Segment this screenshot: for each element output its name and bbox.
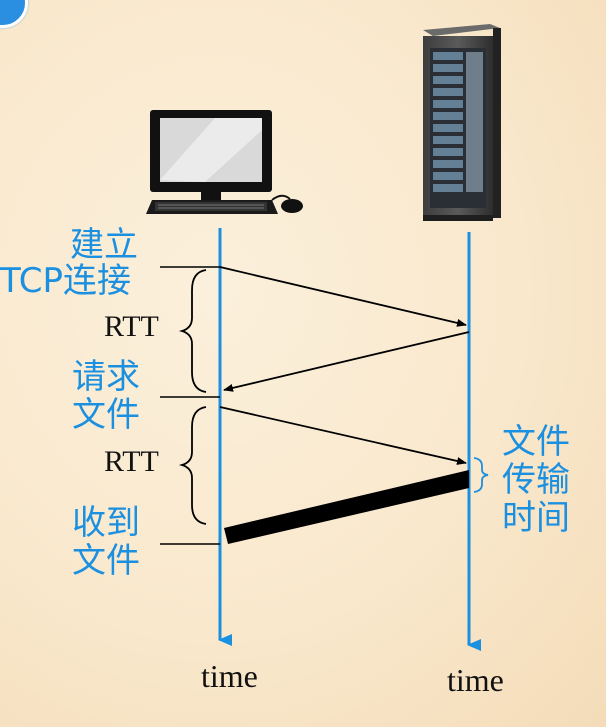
- transfer-label-line2: 传输: [502, 460, 570, 500]
- client-time-label: time: [201, 658, 258, 694]
- request-label-line2: 文件: [72, 395, 140, 435]
- synack-arrow: [223, 331, 470, 392]
- establish-label-line2: TCP连接: [0, 261, 132, 301]
- transfer-time-brace: [473, 457, 489, 493]
- receive-label-line2: 文件: [72, 541, 140, 581]
- establish-label-line1: 建立: [70, 225, 138, 265]
- desktop-computer-icon: [146, 110, 303, 214]
- server-time-label: time: [447, 662, 504, 698]
- receive-label-line1: 收到: [72, 503, 140, 543]
- syn-arrow: [219, 266, 467, 327]
- rtt-label-2: RTT: [104, 445, 159, 478]
- server-rack-icon: [423, 24, 501, 221]
- request-label-line1: 请求: [72, 357, 140, 397]
- transfer-label-line3: 时间: [502, 498, 570, 538]
- rtt-label-1: RTT: [104, 310, 159, 343]
- file-transfer-bar: [224, 470, 469, 544]
- rtt-brace-1: [178, 269, 207, 393]
- transfer-label-line1: 文件: [502, 422, 570, 462]
- rtt-brace-2: [178, 406, 207, 525]
- request-arrow: [219, 406, 467, 465]
